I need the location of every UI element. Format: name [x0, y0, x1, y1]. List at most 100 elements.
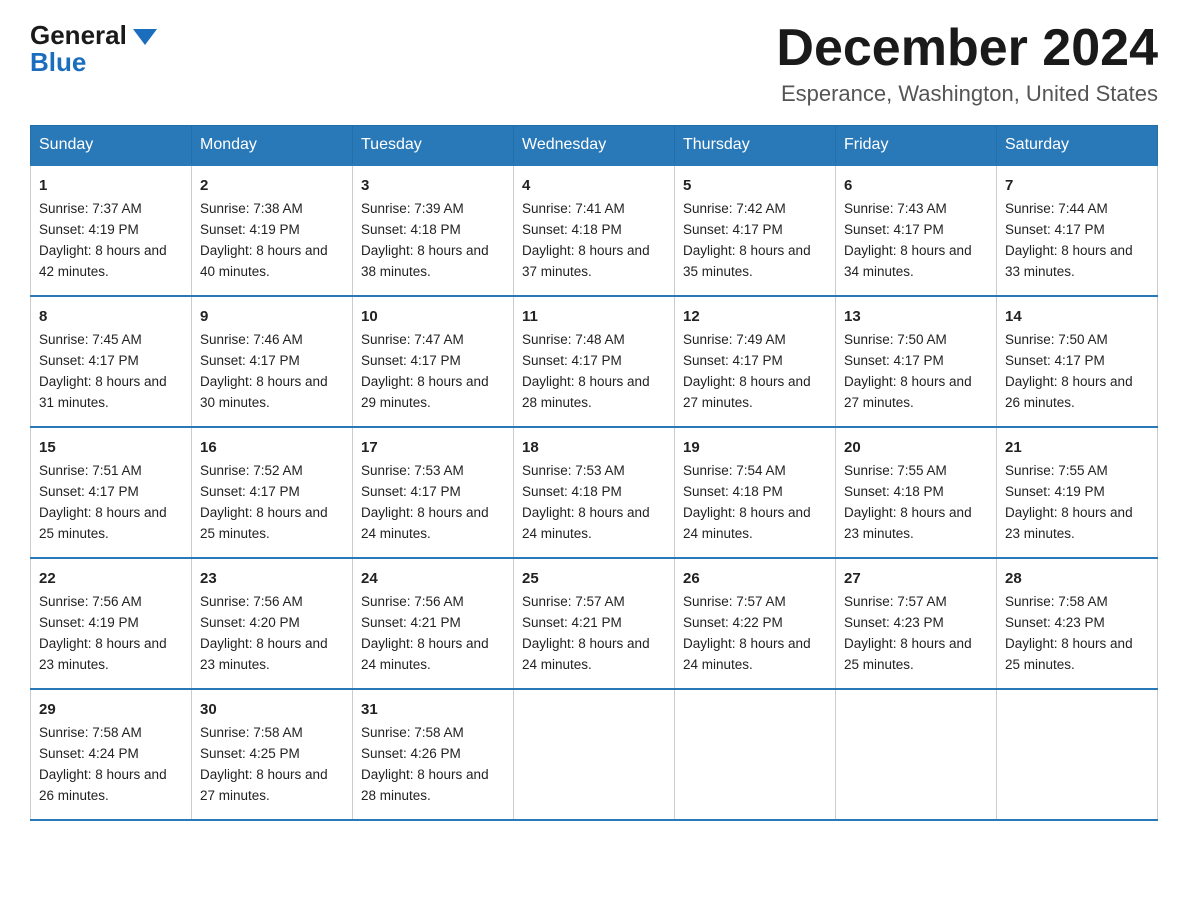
day-number: 22 [39, 567, 183, 590]
calendar-cell: 7 Sunrise: 7:44 AMSunset: 4:17 PMDaylight… [997, 165, 1158, 296]
logo-arrow-icon [133, 29, 157, 45]
day-info: Sunrise: 7:53 AMSunset: 4:18 PMDaylight:… [522, 463, 650, 541]
calendar-cell: 21 Sunrise: 7:55 AMSunset: 4:19 PMDayligh… [997, 427, 1158, 558]
calendar-cell: 15 Sunrise: 7:51 AMSunset: 4:17 PMDayligh… [31, 427, 192, 558]
day-info: Sunrise: 7:42 AMSunset: 4:17 PMDaylight:… [683, 201, 811, 279]
day-number: 14 [1005, 305, 1149, 328]
day-info: Sunrise: 7:52 AMSunset: 4:17 PMDaylight:… [200, 463, 328, 541]
day-number: 20 [844, 436, 988, 459]
col-header-sunday: Sunday [31, 126, 192, 166]
page-header: General Blue December 2024 Esperance, Wa… [30, 20, 1158, 107]
logo-blue-text: Blue [30, 47, 86, 78]
calendar-week-row: 8 Sunrise: 7:45 AMSunset: 4:17 PMDaylight… [31, 296, 1158, 427]
day-number: 26 [683, 567, 827, 590]
day-number: 19 [683, 436, 827, 459]
day-info: Sunrise: 7:56 AMSunset: 4:20 PMDaylight:… [200, 594, 328, 672]
calendar-cell: 18 Sunrise: 7:53 AMSunset: 4:18 PMDayligh… [514, 427, 675, 558]
calendar-cell: 25 Sunrise: 7:57 AMSunset: 4:21 PMDayligh… [514, 558, 675, 689]
day-number: 10 [361, 305, 505, 328]
col-header-tuesday: Tuesday [353, 126, 514, 166]
day-info: Sunrise: 7:57 AMSunset: 4:21 PMDaylight:… [522, 594, 650, 672]
calendar-table: SundayMondayTuesdayWednesdayThursdayFrid… [30, 125, 1158, 821]
col-header-saturday: Saturday [997, 126, 1158, 166]
day-info: Sunrise: 7:54 AMSunset: 4:18 PMDaylight:… [683, 463, 811, 541]
day-info: Sunrise: 7:56 AMSunset: 4:21 PMDaylight:… [361, 594, 489, 672]
day-info: Sunrise: 7:58 AMSunset: 4:26 PMDaylight:… [361, 725, 489, 803]
day-number: 15 [39, 436, 183, 459]
col-header-friday: Friday [836, 126, 997, 166]
day-info: Sunrise: 7:51 AMSunset: 4:17 PMDaylight:… [39, 463, 167, 541]
calendar-cell [997, 689, 1158, 820]
calendar-cell: 2 Sunrise: 7:38 AMSunset: 4:19 PMDaylight… [192, 165, 353, 296]
day-number: 17 [361, 436, 505, 459]
calendar-cell: 12Sunrise: 7:49 AMSunset: 4:17 PMDayligh… [675, 296, 836, 427]
calendar-header-row: SundayMondayTuesdayWednesdayThursdayFrid… [31, 126, 1158, 166]
day-number: 25 [522, 567, 666, 590]
day-number: 28 [1005, 567, 1149, 590]
calendar-cell: 20Sunrise: 7:55 AMSunset: 4:18 PMDayligh… [836, 427, 997, 558]
calendar-cell: 29Sunrise: 7:58 AMSunset: 4:24 PMDayligh… [31, 689, 192, 820]
calendar-week-row: 22Sunrise: 7:56 AMSunset: 4:19 PMDayligh… [31, 558, 1158, 689]
calendar-cell: 13 Sunrise: 7:50 AMSunset: 4:17 PMDayligh… [836, 296, 997, 427]
calendar-cell: 9Sunrise: 7:46 AMSunset: 4:17 PMDaylight… [192, 296, 353, 427]
day-number: 5 [683, 174, 827, 197]
day-number: 2 [200, 174, 344, 197]
day-info: Sunrise: 7:50 AMSunset: 4:17 PMDaylight:… [1005, 332, 1133, 410]
calendar-cell: 8 Sunrise: 7:45 AMSunset: 4:17 PMDaylight… [31, 296, 192, 427]
day-info: Sunrise: 7:58 AMSunset: 4:25 PMDaylight:… [200, 725, 328, 803]
day-info: Sunrise: 7:50 AMSunset: 4:17 PMDaylight:… [844, 332, 972, 410]
day-info: Sunrise: 7:57 AMSunset: 4:23 PMDaylight:… [844, 594, 972, 672]
calendar-cell [836, 689, 997, 820]
day-number: 31 [361, 698, 505, 721]
calendar-cell [675, 689, 836, 820]
day-info: Sunrise: 7:55 AMSunset: 4:19 PMDaylight:… [1005, 463, 1133, 541]
calendar-cell: 3Sunrise: 7:39 AMSunset: 4:18 PMDaylight… [353, 165, 514, 296]
logo: General Blue [30, 20, 157, 78]
day-number: 1 [39, 174, 183, 197]
calendar-cell: 26 Sunrise: 7:57 AMSunset: 4:22 PMDayligh… [675, 558, 836, 689]
day-number: 11 [522, 305, 666, 328]
col-header-monday: Monday [192, 126, 353, 166]
calendar-cell: 17 Sunrise: 7:53 AMSunset: 4:17 PMDayligh… [353, 427, 514, 558]
day-number: 24 [361, 567, 505, 590]
calendar-cell: 24 Sunrise: 7:56 AMSunset: 4:21 PMDayligh… [353, 558, 514, 689]
day-info: Sunrise: 7:44 AMSunset: 4:17 PMDaylight:… [1005, 201, 1133, 279]
day-info: Sunrise: 7:41 AMSunset: 4:18 PMDaylight:… [522, 201, 650, 279]
day-info: Sunrise: 7:45 AMSunset: 4:17 PMDaylight:… [39, 332, 167, 410]
calendar-cell: 27 Sunrise: 7:57 AMSunset: 4:23 PMDayligh… [836, 558, 997, 689]
day-number: 13 [844, 305, 988, 328]
day-number: 8 [39, 305, 183, 328]
day-info: Sunrise: 7:53 AMSunset: 4:17 PMDaylight:… [361, 463, 489, 541]
day-info: Sunrise: 7:37 AMSunset: 4:19 PMDaylight:… [39, 201, 167, 279]
day-number: 30 [200, 698, 344, 721]
day-number: 9 [200, 305, 344, 328]
location-subtitle: Esperance, Washington, United States [776, 81, 1158, 107]
calendar-cell: 11 Sunrise: 7:48 AMSunset: 4:17 PMDayligh… [514, 296, 675, 427]
day-number: 7 [1005, 174, 1149, 197]
day-number: 21 [1005, 436, 1149, 459]
day-number: 16 [200, 436, 344, 459]
day-info: Sunrise: 7:57 AMSunset: 4:22 PMDaylight:… [683, 594, 811, 672]
calendar-cell: 4Sunrise: 7:41 AMSunset: 4:18 PMDaylight… [514, 165, 675, 296]
day-info: Sunrise: 7:48 AMSunset: 4:17 PMDaylight:… [522, 332, 650, 410]
day-info: Sunrise: 7:49 AMSunset: 4:17 PMDaylight:… [683, 332, 811, 410]
day-number: 18 [522, 436, 666, 459]
title-section: December 2024 Esperance, Washington, Uni… [776, 20, 1158, 107]
calendar-week-row: 1 Sunrise: 7:37 AMSunset: 4:19 PMDaylight… [31, 165, 1158, 296]
day-info: Sunrise: 7:39 AMSunset: 4:18 PMDaylight:… [361, 201, 489, 279]
calendar-cell: 14 Sunrise: 7:50 AMSunset: 4:17 PMDayligh… [997, 296, 1158, 427]
day-info: Sunrise: 7:38 AMSunset: 4:19 PMDaylight:… [200, 201, 328, 279]
day-info: Sunrise: 7:47 AMSunset: 4:17 PMDaylight:… [361, 332, 489, 410]
col-header-wednesday: Wednesday [514, 126, 675, 166]
calendar-cell: 1 Sunrise: 7:37 AMSunset: 4:19 PMDaylight… [31, 165, 192, 296]
day-info: Sunrise: 7:58 AMSunset: 4:24 PMDaylight:… [39, 725, 167, 803]
day-number: 27 [844, 567, 988, 590]
calendar-cell: 28Sunrise: 7:58 AMSunset: 4:23 PMDayligh… [997, 558, 1158, 689]
calendar-cell: 10 Sunrise: 7:47 AMSunset: 4:17 PMDayligh… [353, 296, 514, 427]
calendar-week-row: 15 Sunrise: 7:51 AMSunset: 4:17 PMDayligh… [31, 427, 1158, 558]
calendar-cell: 5 Sunrise: 7:42 AMSunset: 4:17 PMDaylight… [675, 165, 836, 296]
calendar-week-row: 29Sunrise: 7:58 AMSunset: 4:24 PMDayligh… [31, 689, 1158, 820]
calendar-cell [514, 689, 675, 820]
calendar-cell: 23 Sunrise: 7:56 AMSunset: 4:20 PMDayligh… [192, 558, 353, 689]
day-number: 23 [200, 567, 344, 590]
